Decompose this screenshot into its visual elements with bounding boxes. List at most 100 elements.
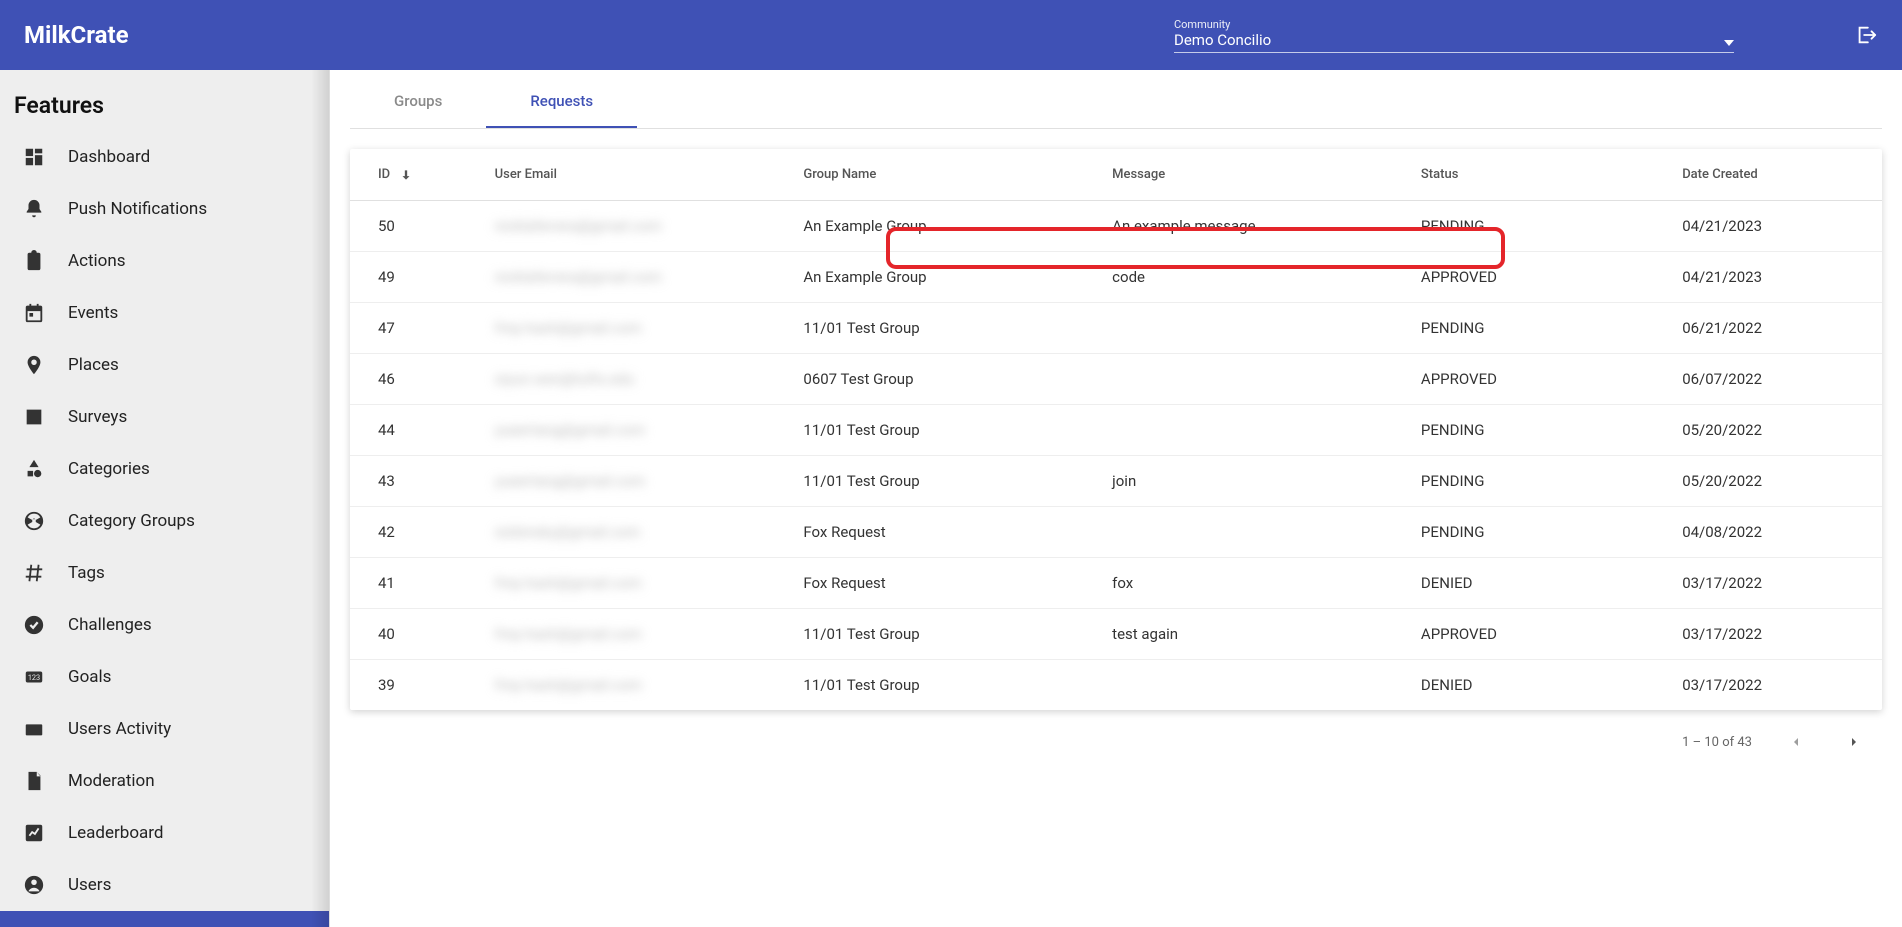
sidebar-item-users-activity[interactable]: Users Activity: [0, 703, 329, 755]
table-row[interactable]: 44yueertang@gmail.com11/01 Test Group PEN…: [350, 405, 1882, 456]
radiation-icon: [22, 509, 46, 533]
cell-group: 0607 Test Group: [789, 354, 1098, 405]
globe-user-icon: [22, 873, 46, 897]
sidebar-item-label: Challenges: [68, 615, 152, 635]
cell-group: Fox Request: [789, 507, 1098, 558]
sidebar-item-label: Categories: [68, 459, 150, 479]
cell-date: 06/07/2022: [1668, 354, 1882, 405]
cell-status: PENDING: [1407, 507, 1668, 558]
pagination-range: 1 – 10 of 43: [1682, 735, 1752, 750]
cell-id: 44: [350, 405, 481, 456]
cell-group: 11/01 Test Group: [789, 405, 1098, 456]
counter-icon: 123: [22, 665, 46, 689]
cell-email: fmp.hash@gmail.com: [481, 660, 790, 711]
sidebar-item-label: Dashboard: [68, 147, 150, 167]
sidebar-item-category-groups[interactable]: Category Groups: [0, 495, 329, 547]
cell-email: fmp.hash@gmail.com: [481, 303, 790, 354]
cell-email: yueertang@gmail.com: [481, 456, 790, 507]
cell-status: PENDING: [1407, 405, 1668, 456]
sidebar-item-events[interactable]: Events: [0, 287, 329, 339]
sidebar-item-label: Moderation: [68, 771, 155, 791]
cell-message: [1098, 405, 1407, 456]
sidebar-item-goals[interactable]: 123 Goals: [0, 651, 329, 703]
col-header-group[interactable]: Group Name: [789, 149, 1098, 201]
table-row[interactable]: 46siyun.wen@tufts.edu0607 Test GroupAPPR…: [350, 354, 1882, 405]
cell-date: 03/17/2022: [1668, 660, 1882, 711]
sidebar-scroll-shadow: [311, 70, 329, 927]
sidebar-item-moderation[interactable]: Moderation: [0, 755, 329, 807]
cell-email: nicklaferrera@gmail.com: [481, 252, 790, 303]
cell-id: 42: [350, 507, 481, 558]
sidebar: Features Dashboard Push Notifications Ac…: [0, 70, 330, 927]
col-header-message[interactable]: Message: [1098, 149, 1407, 201]
list-icon: [22, 405, 46, 429]
sidebar-item-users[interactable]: Users: [0, 859, 329, 911]
cell-date: 04/08/2022: [1668, 507, 1882, 558]
table-row[interactable]: 47fmp.hash@gmail.com11/01 Test GroupPEND…: [350, 303, 1882, 354]
pagination-next-button[interactable]: [1840, 728, 1868, 756]
table-row[interactable]: 39fmp.hash@gmail.com11/01 Test GroupDENI…: [350, 660, 1882, 711]
sidebar-item-label: Events: [68, 303, 118, 323]
cell-email: sizbinsky@gmail.com: [481, 507, 790, 558]
sidebar-item-tags[interactable]: Tags: [0, 547, 329, 599]
cell-group: 11/01 Test Group: [789, 660, 1098, 711]
category-icon: [22, 457, 46, 481]
cell-message: fox: [1098, 558, 1407, 609]
tab-requests[interactable]: Requests: [486, 74, 637, 128]
sidebar-item-label: Places: [68, 355, 119, 375]
table-row[interactable]: 40fmp.hash@gmail.com11/01 Test Grouptest…: [350, 609, 1882, 660]
cell-message: join: [1098, 456, 1407, 507]
sidebar-item-label: Category Groups: [68, 511, 195, 531]
table-row[interactable]: 43yueertang@gmail.com11/01 Test Groupjoi…: [350, 456, 1882, 507]
sidebar-heading: Features: [0, 70, 329, 131]
cell-status: APPROVED: [1407, 252, 1668, 303]
cell-status: APPROVED: [1407, 354, 1668, 405]
table-row[interactable]: 42sizbinsky@gmail.comFox Request PENDING0…: [350, 507, 1882, 558]
requests-table-card: ID User Email Group Name Message Status …: [350, 149, 1882, 710]
bell-icon: [22, 197, 46, 221]
col-header-id-label: ID: [378, 167, 390, 182]
sidebar-item-dashboard[interactable]: Dashboard: [0, 131, 329, 183]
activity-icon: [22, 717, 46, 741]
logout-button[interactable]: [1854, 23, 1878, 47]
cell-message: An example message: [1098, 201, 1407, 252]
svg-text:123: 123: [28, 673, 40, 682]
check-circle-icon: [22, 613, 46, 637]
cell-message: [1098, 507, 1407, 558]
cell-email: fmp.hash@gmail.com: [481, 609, 790, 660]
community-label: Community: [1174, 18, 1734, 31]
sidebar-item-label: Leaderboard: [68, 823, 163, 843]
sidebar-item-label: Actions: [68, 251, 126, 271]
sidebar-item-places[interactable]: Places: [0, 339, 329, 391]
cell-id: 41: [350, 558, 481, 609]
sidebar-item-push-notifications[interactable]: Push Notifications: [0, 183, 329, 235]
cell-date: 03/17/2022: [1668, 609, 1882, 660]
cell-id: 39: [350, 660, 481, 711]
col-header-date[interactable]: Date Created: [1668, 149, 1882, 201]
cell-message: code: [1098, 252, 1407, 303]
sidebar-item-leaderboard[interactable]: Leaderboard: [0, 807, 329, 859]
col-header-email[interactable]: User Email: [481, 149, 790, 201]
table-row[interactable]: 41fmp.hash@gmail.comFox RequestfoxDENIED…: [350, 558, 1882, 609]
tab-groups[interactable]: Groups: [350, 74, 486, 128]
sidebar-item-groups[interactable]: Groups: [0, 911, 329, 927]
sidebar-item-challenges[interactable]: Challenges: [0, 599, 329, 651]
sidebar-item-actions[interactable]: Actions: [0, 235, 329, 287]
pagination-prev-button[interactable]: [1782, 728, 1810, 756]
cell-group: Fox Request: [789, 558, 1098, 609]
cell-date: 06/21/2022: [1668, 303, 1882, 354]
col-header-id[interactable]: ID: [350, 149, 481, 201]
cell-status: DENIED: [1407, 558, 1668, 609]
cell-group: An Example Group: [789, 252, 1098, 303]
community-selector[interactable]: Community Demo Concilio: [1174, 18, 1734, 53]
hash-icon: [22, 561, 46, 585]
table-row[interactable]: 50nicklaferrera@gmail.comAn Example Grou…: [350, 201, 1882, 252]
chart-icon: [22, 821, 46, 845]
table-row[interactable]: 49nicklaferrera@gmail.comAn Example Grou…: [350, 252, 1882, 303]
cell-group: An Example Group: [789, 201, 1098, 252]
col-header-status[interactable]: Status: [1407, 149, 1668, 201]
sidebar-item-surveys[interactable]: Surveys: [0, 391, 329, 443]
sidebar-item-categories[interactable]: Categories: [0, 443, 329, 495]
cell-email: yueertang@gmail.com: [481, 405, 790, 456]
sidebar-items: Dashboard Push Notifications Actions Eve…: [0, 131, 329, 927]
